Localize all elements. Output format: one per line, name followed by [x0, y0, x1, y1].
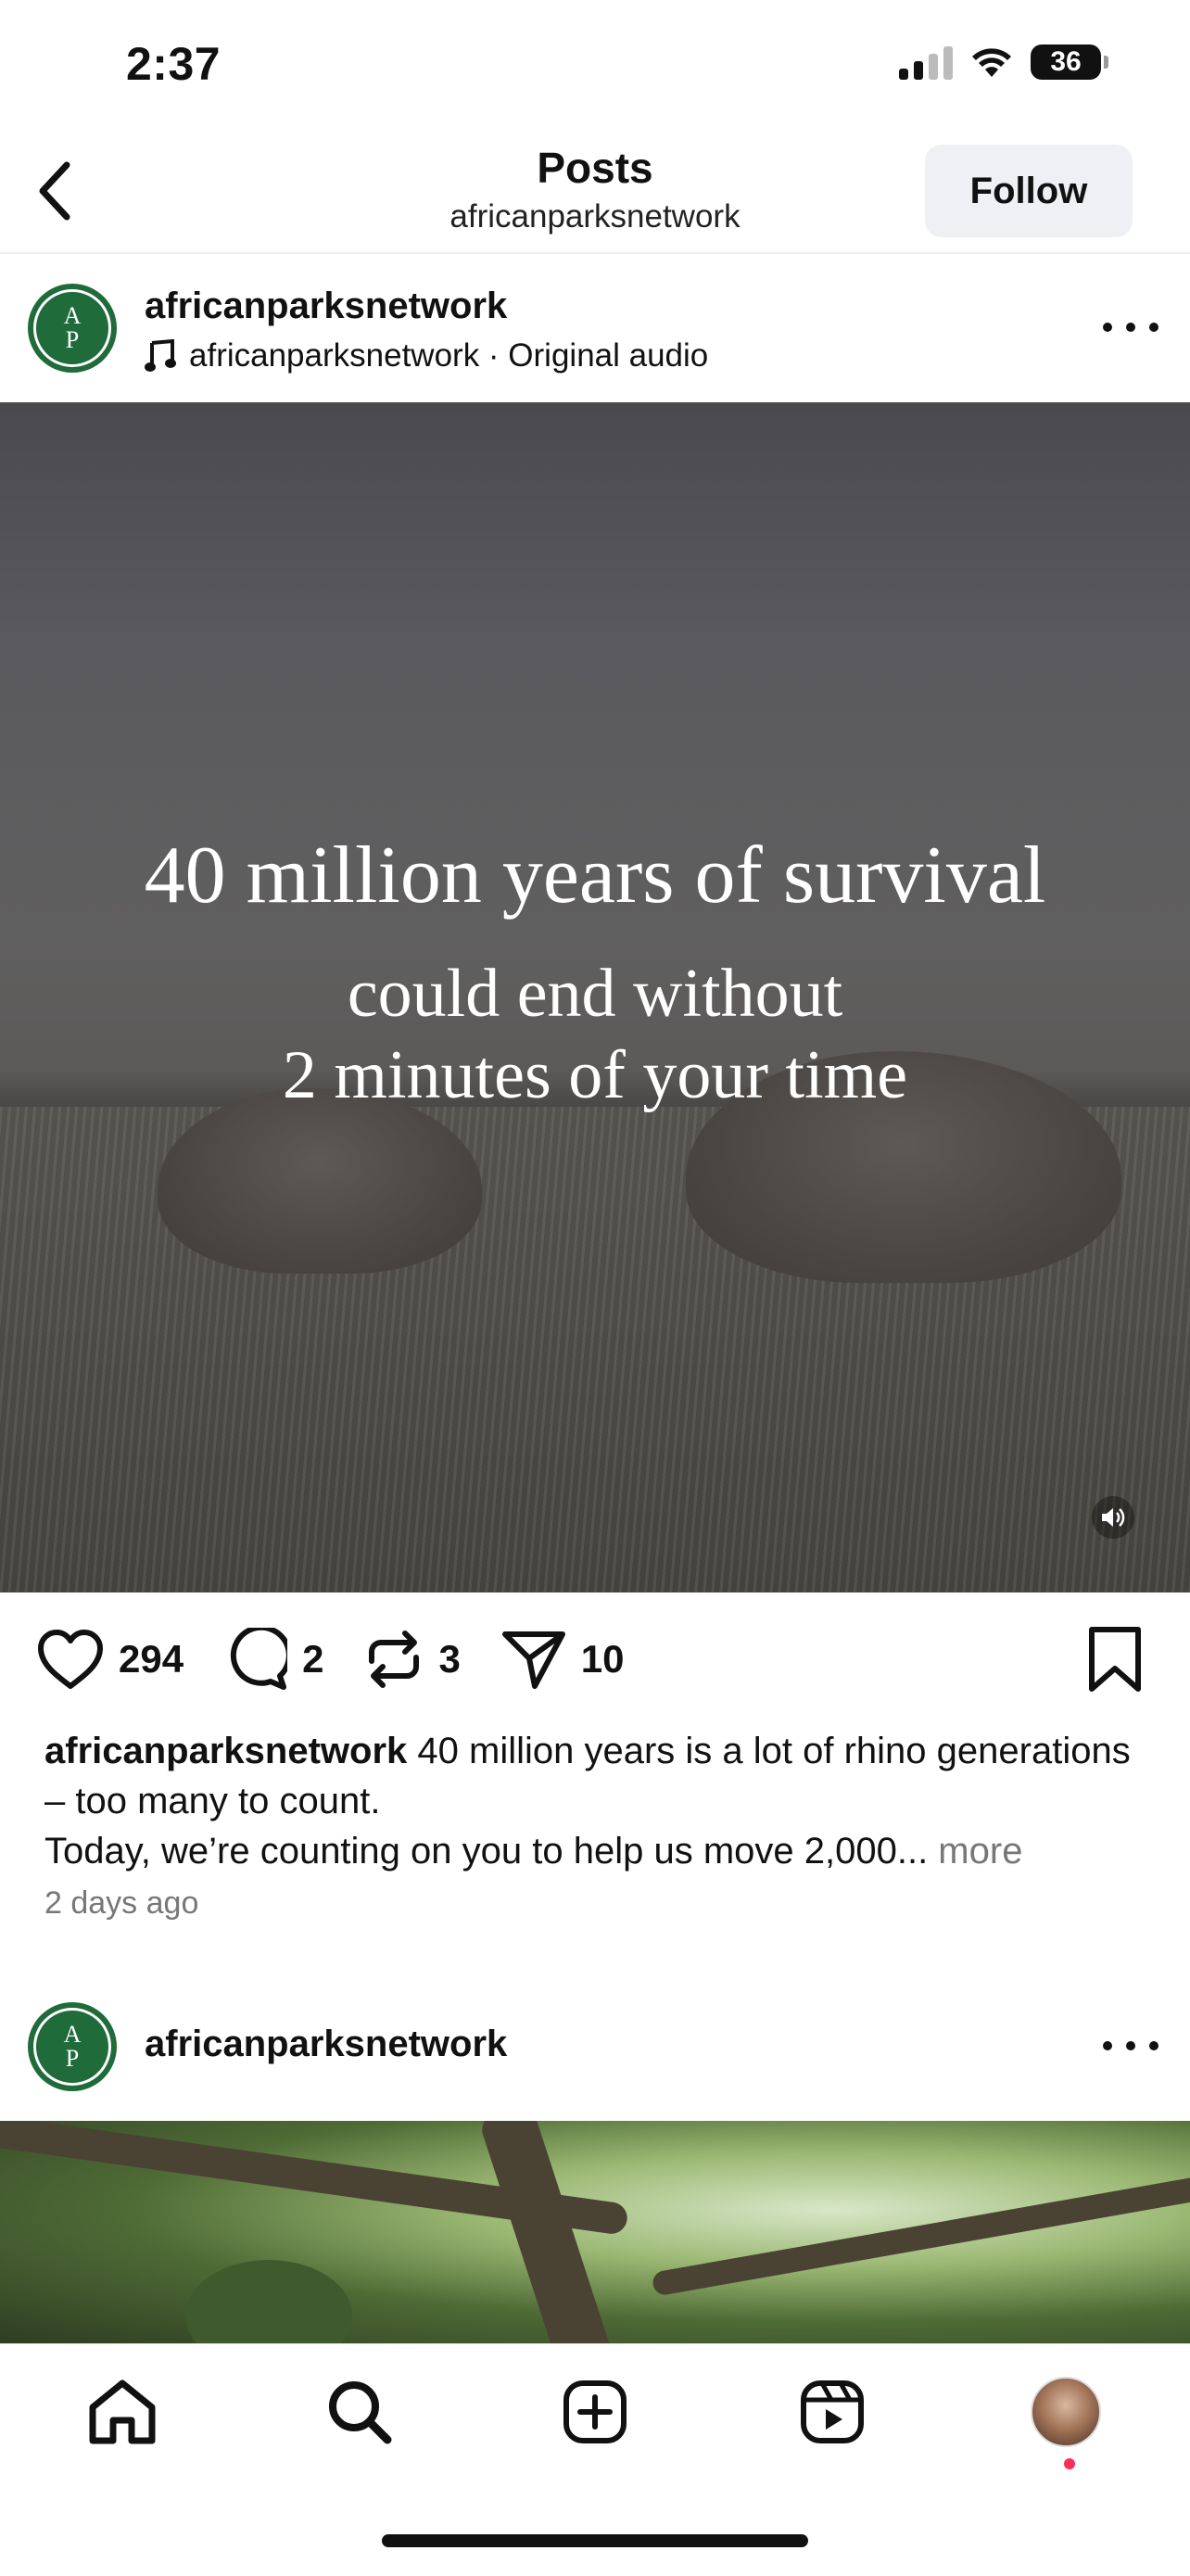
- post-username[interactable]: africanparksnetwork: [145, 286, 507, 327]
- like-count: 294: [119, 1637, 184, 1681]
- battery-level: 36: [1050, 46, 1082, 77]
- post-username[interactable]: africanparksnetwork: [145, 2024, 507, 2065]
- post-audio-label: africanparksnetwork · Original audio: [189, 337, 709, 374]
- tab-home[interactable]: [85, 2375, 159, 2449]
- profile-avatar: [1031, 2377, 1101, 2447]
- repost-icon: [369, 1631, 420, 1688]
- share-icon: [501, 1631, 565, 1689]
- repost-action[interactable]: 3: [364, 1628, 461, 1691]
- video-overlay-subtitle: could end without 2 minutes of your time: [0, 953, 1190, 1116]
- signal-icon: [899, 44, 953, 80]
- avatar-letter: P: [65, 326, 80, 353]
- branch: [651, 2173, 1190, 2297]
- status-icons: 36: [899, 44, 1108, 80]
- comment-icon: [230, 1628, 288, 1690]
- video-overlay-line: 2 minutes of your time: [282, 1037, 908, 1113]
- foliage: [185, 2260, 352, 2343]
- more-options-icon[interactable]: [1103, 313, 1158, 341]
- repost-count: 3: [438, 1637, 461, 1681]
- status-time: 2:37: [126, 38, 222, 90]
- avatar-letter: A: [63, 302, 82, 329]
- bookmark-icon[interactable]: [1086, 1626, 1144, 1693]
- avatar-letter: A: [63, 2021, 82, 2048]
- comment-action[interactable]: 2: [224, 1628, 323, 1691]
- tab-search[interactable]: [323, 2375, 397, 2449]
- share-action[interactable]: 10: [501, 1629, 625, 1690]
- follow-button[interactable]: Follow: [925, 145, 1133, 237]
- home-icon: [89, 2379, 156, 2444]
- more-options-icon[interactable]: [1103, 2032, 1158, 2060]
- battery-icon: 36: [1031, 44, 1108, 80]
- comment-count: 2: [302, 1637, 324, 1681]
- caption-text: Today, we’re counting on you to help us …: [44, 1831, 929, 1872]
- post-avatar[interactable]: AP: [28, 284, 117, 373]
- wifi-icon: [972, 48, 1011, 77]
- avatar-letter: P: [65, 2045, 80, 2072]
- sound-on-icon[interactable]: [1092, 1496, 1134, 1539]
- tab-reels[interactable]: [795, 2375, 869, 2449]
- notification-dot: [1064, 2458, 1075, 2469]
- video-overlay-title: 40 million years of survival: [144, 831, 1046, 920]
- post-audio[interactable]: africanparksnetwork · Original audio: [145, 337, 708, 374]
- post-avatar[interactable]: AP: [28, 2002, 117, 2091]
- music-note-icon: [145, 339, 176, 372]
- divider: [0, 252, 1190, 254]
- share-count: 10: [580, 1637, 625, 1681]
- branch: [477, 2121, 616, 2343]
- reels-icon: [801, 2380, 864, 2443]
- caption-username[interactable]: africanparksnetwork: [44, 1731, 407, 1771]
- post-caption: africanparksnetwork 40 million years is …: [44, 1726, 1157, 1876]
- post-actions: 294 2 3 10: [37, 1622, 665, 1696]
- search-icon: [329, 2381, 392, 2444]
- caption-more-link[interactable]: more: [928, 1831, 1022, 1872]
- heart-icon: [38, 1630, 103, 1689]
- post-image[interactable]: [0, 2121, 1190, 2343]
- home-indicator[interactable]: [382, 2534, 808, 2547]
- tab-create[interactable]: [558, 2375, 632, 2449]
- create-icon: [563, 2380, 627, 2443]
- post-timestamp: 2 days ago: [44, 1885, 199, 1921]
- like-action[interactable]: 294: [37, 1629, 184, 1690]
- tab-profile[interactable]: [1029, 2375, 1103, 2449]
- video-overlay-line: could end without: [347, 956, 843, 1032]
